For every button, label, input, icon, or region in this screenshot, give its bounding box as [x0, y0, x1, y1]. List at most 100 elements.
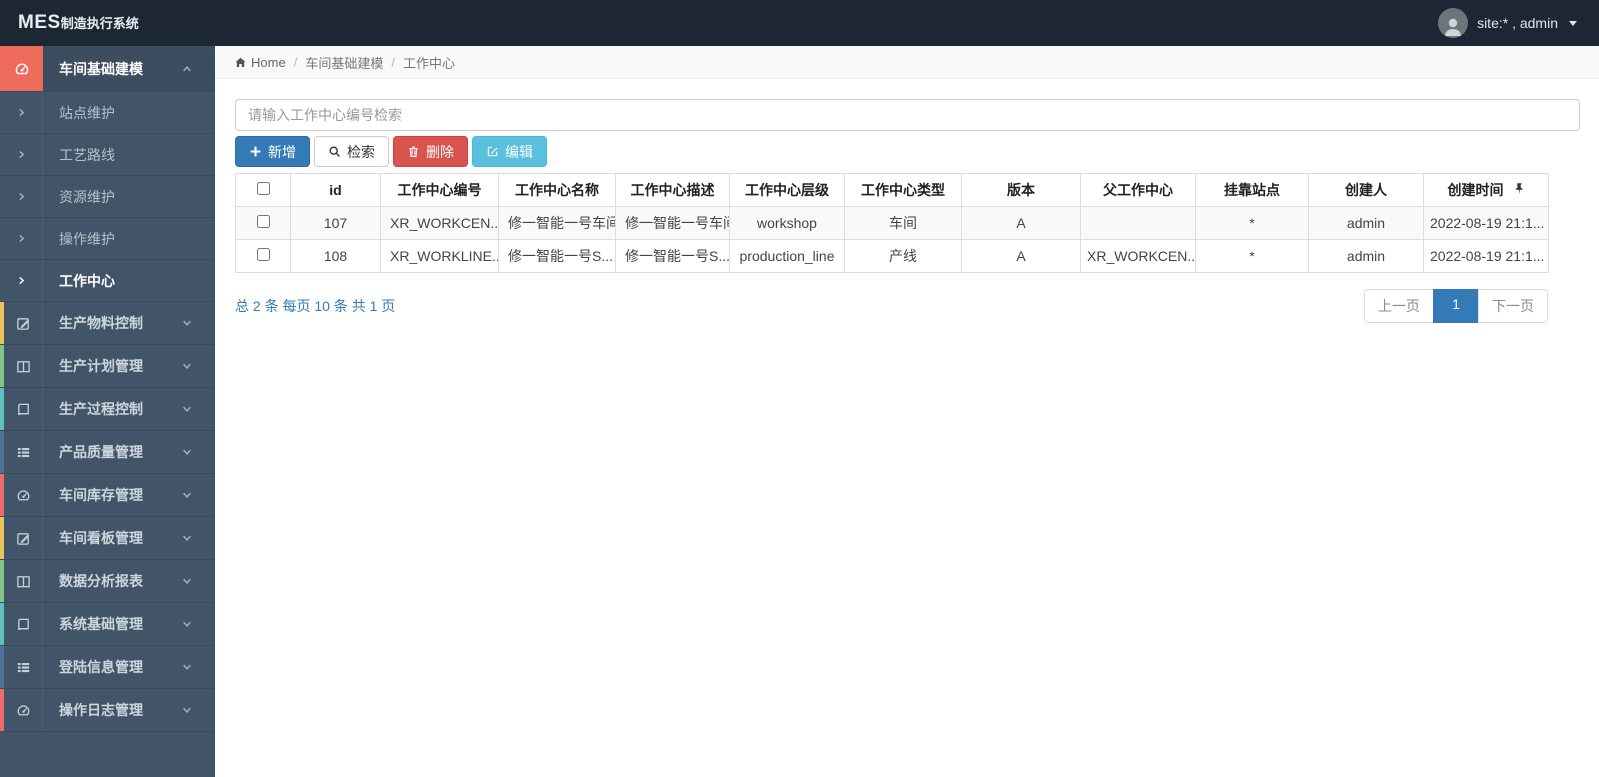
sidebar-group-label: 系统基础管理 [59, 616, 143, 632]
table-header-row: id 工作中心编号 工作中心名称 工作中心描述 工作中心层级 工作中心类型 版本… [235, 173, 1549, 207]
edit-icon [486, 145, 499, 158]
list-icon [4, 646, 43, 688]
chevron-down-icon [181, 388, 215, 430]
cell-work-center-name: 修一智能一号车间 [498, 206, 616, 240]
sidebar-group-login-info[interactable]: 登陆信息管理 [0, 646, 215, 689]
search-button-label: 检索 [347, 143, 375, 160]
book-icon [4, 388, 43, 430]
caret-down-icon [1569, 20, 1577, 26]
prev-page-button[interactable]: 上一页 [1364, 289, 1434, 323]
header-work-center-name: 工作中心名称 [498, 173, 616, 207]
sidebar-group-label: 生产物料控制 [59, 315, 143, 331]
edit-button[interactable]: 编辑 [472, 136, 547, 167]
table-row[interactable]: 108 XR_WORKLINE... 修一智能一号S... 修一智能一号S...… [235, 239, 1549, 273]
sidebar-item-site-maintenance[interactable]: 站点维护 [0, 92, 215, 134]
cell-work-center-type: 产线 [844, 239, 962, 273]
breadcrumb-separator: / [391, 54, 395, 70]
cell-creator: admin [1308, 206, 1424, 240]
breadcrumb-level1-link[interactable]: 车间基础建模 [305, 53, 383, 72]
columns-icon [4, 345, 43, 387]
app-logo-bold: MES [18, 12, 61, 33]
sidebar-group-operation-log[interactable]: 操作日志管理 [0, 689, 215, 732]
delete-button[interactable]: 删除 [393, 136, 468, 167]
header-id: id [290, 173, 381, 207]
sidebar-group-label: 数据分析报表 [59, 573, 143, 589]
top-navbar: MES制造执行系统 site:* , admin [0, 0, 1599, 46]
sidebar-group-label: 车间库存管理 [59, 487, 143, 503]
book-icon [4, 603, 43, 645]
sidebar-group-data-analysis[interactable]: 数据分析报表 [0, 560, 215, 603]
chevron-down-icon [181, 474, 215, 516]
pin-icon[interactable] [1514, 182, 1525, 198]
toolbar: 新增 检索 删除 编辑 [235, 136, 1580, 167]
pagination-row: 总 2 条 每页 10 条 共 1 页 上一页 1 下一页 [235, 289, 1548, 323]
header-checkbox-cell [235, 173, 291, 207]
header-creator: 创建人 [1308, 173, 1424, 207]
user-menu[interactable]: site:* , admin [1438, 8, 1599, 38]
sidebar-item-process-route[interactable]: 工艺路线 [0, 134, 215, 176]
trash-icon [407, 145, 420, 158]
breadcrumb: Home / 车间基础建模 / 工作中心 [215, 46, 1599, 79]
sidebar-item-resource-maintenance[interactable]: 资源维护 [0, 176, 215, 218]
add-button[interactable]: 新增 [235, 136, 310, 167]
chevron-down-icon [181, 560, 215, 602]
home-icon [234, 56, 247, 69]
sidebar-group-label: 产品质量管理 [59, 444, 143, 460]
cell-attached-site: * [1195, 239, 1309, 273]
header-parent-work-center: 父工作中心 [1080, 173, 1196, 207]
cell-parent-work-center: XR_WORKCEN... [1080, 239, 1196, 273]
sidebar-group-plan-management[interactable]: 生产计划管理 [0, 345, 215, 388]
pencil-square-icon [4, 302, 43, 344]
gauge-icon [4, 474, 43, 516]
cell-attached-site: * [1195, 206, 1309, 240]
sidebar-item-label: 操作维护 [59, 230, 115, 247]
cell-work-center-type: 车间 [844, 206, 962, 240]
sidebar-group-workshop-modeling[interactable]: 车间基础建模 [0, 46, 215, 92]
work-center-table: id 工作中心编号 工作中心名称 工作中心描述 工作中心层级 工作中心类型 版本… [235, 173, 1549, 273]
page-1-button[interactable]: 1 [1433, 289, 1479, 323]
sidebar-group-system-management[interactable]: 系统基础管理 [0, 603, 215, 646]
gauge-icon [4, 689, 43, 731]
chevron-down-icon [181, 603, 215, 645]
cell-create-time: 2022-08-19 21:1... [1423, 239, 1549, 273]
cell-work-center-desc: 修一智能一号S... [615, 239, 730, 273]
breadcrumb-home-link[interactable]: Home [234, 55, 286, 70]
app-logo[interactable]: MES制造执行系统 [0, 12, 215, 34]
sidebar-group-process-control[interactable]: 生产过程控制 [0, 388, 215, 431]
chevron-down-icon [181, 431, 215, 473]
row-checkbox[interactable] [256, 248, 270, 261]
cell-parent-work-center [1080, 206, 1196, 240]
select-all-checkbox[interactable] [256, 182, 270, 195]
sidebar-item-label: 工作中心 [59, 272, 115, 289]
cell-id: 107 [290, 206, 381, 240]
pagination-summary[interactable]: 总 2 条 每页 10 条 共 1 页 [235, 289, 395, 316]
header-work-center-desc: 工作中心描述 [615, 173, 730, 207]
search-button[interactable]: 检索 [314, 136, 389, 167]
next-page-button[interactable]: 下一页 [1478, 289, 1548, 323]
row-checkbox[interactable] [256, 215, 270, 228]
sidebar-group-inventory-management[interactable]: 车间库存管理 [0, 474, 215, 517]
breadcrumb-home-label: Home [251, 54, 286, 70]
sidebar-group-material-control[interactable]: 生产物料控制 [0, 302, 215, 345]
sidebar-group-label: 生产过程控制 [59, 401, 143, 417]
sidebar-item-label: 站点维护 [59, 104, 115, 121]
sidebar-group-quality-management[interactable]: 产品质量管理 [0, 431, 215, 474]
table-row[interactable]: 107 XR_WORKCEN... 修一智能一号车间 修一智能一号车间 work… [235, 206, 1549, 240]
user-label: site:* , admin [1477, 15, 1558, 31]
sidebar-item-operation-maintenance[interactable]: 操作维护 [0, 218, 215, 260]
search-input[interactable] [235, 99, 1580, 131]
chevron-right-icon [0, 92, 43, 133]
chevron-up-icon [181, 46, 215, 91]
sidebar-item-work-center-active[interactable]: 工作中心 [0, 260, 215, 302]
user-avatar [1438, 8, 1469, 38]
sidebar-group-label: 车间基础建模 [59, 60, 143, 77]
gauge-icon [0, 46, 43, 91]
sidebar-group-label: 生产计划管理 [59, 358, 143, 374]
header-version: 版本 [961, 173, 1081, 207]
edit-button-label: 编辑 [505, 143, 533, 160]
sidebar-group-kanban-management[interactable]: 车间看板管理 [0, 517, 215, 560]
chevron-right-icon [0, 260, 43, 301]
cell-version: A [961, 206, 1081, 240]
header-work-center-code: 工作中心编号 [380, 173, 499, 207]
add-button-label: 新增 [268, 143, 296, 160]
